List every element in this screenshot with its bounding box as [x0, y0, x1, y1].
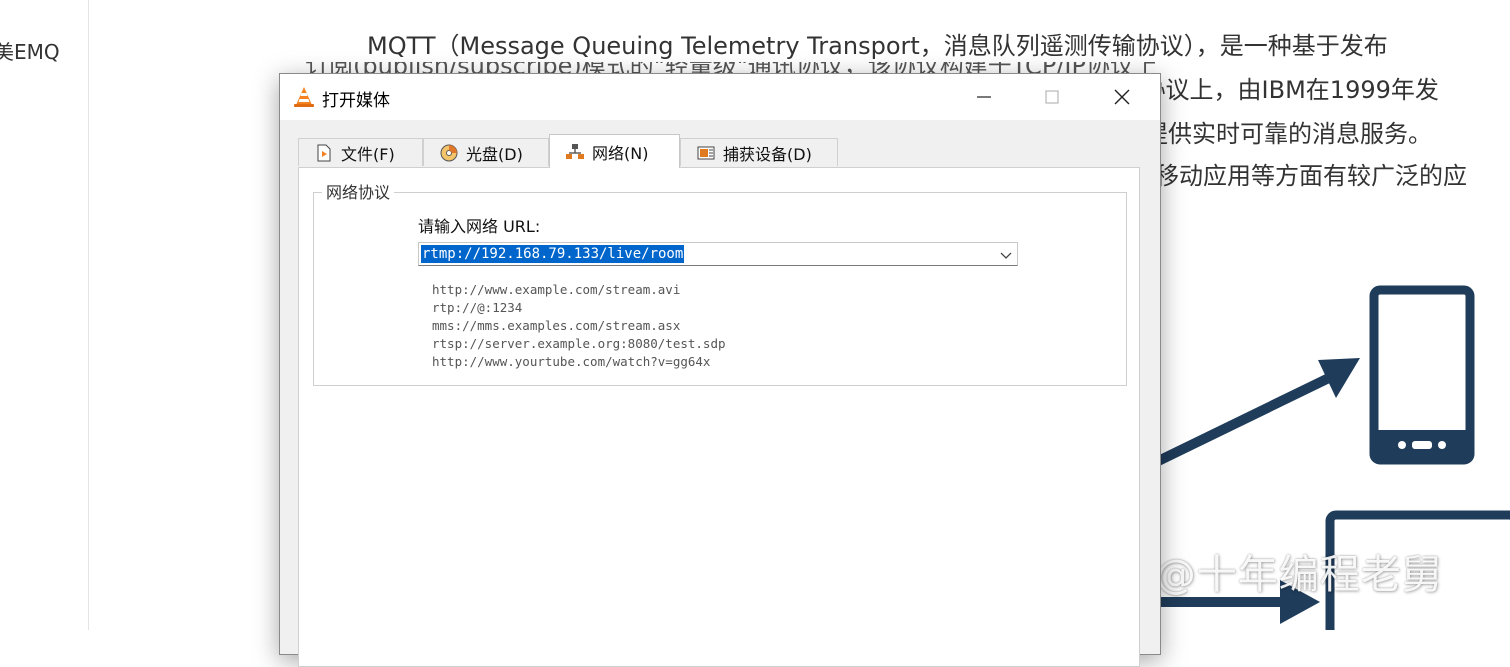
network-tab-panel: 网络协议 请输入网络 URL: rtmp://192.168.79.133/li… [298, 167, 1140, 667]
minimize-icon [977, 96, 991, 98]
file-play-icon [317, 144, 331, 161]
network-protocol-group: 网络协议 请输入网络 URL: rtmp://192.168.79.133/li… [313, 179, 1127, 386]
example-url: http://www.yourtube.com/watch?v=gg64x [432, 354, 711, 369]
example-url: rtp://@:1234 [432, 300, 523, 315]
close-icon [1114, 89, 1130, 105]
example-url: mms://mms.examples.com/stream.asx [432, 318, 681, 333]
tab-disc[interactable]: 光盘(D) [423, 138, 549, 166]
url-examples: http://www.example.com/stream.avi rtp://… [432, 281, 726, 371]
tab-file-label: 文件(F) [341, 144, 395, 164]
article-paragraph-line: MQTT（Message Queuing Telemetry Transport… [367, 32, 1388, 60]
tab-network[interactable]: 网络(N) [549, 134, 680, 168]
article-paragraph-line: 务提供实时可靠的消息服务。 [1120, 120, 1432, 148]
vlc-cone-icon [294, 87, 314, 107]
minimize-button[interactable] [950, 74, 1018, 120]
url-input-value[interactable]: rtmp://192.168.79.133/live/room [421, 245, 685, 263]
open-media-dialog: 打开媒体 文件(F) 光盘(D) 网络(N) 捕获设备(D) 网络协议 请输入网… [279, 73, 1161, 667]
url-input[interactable]: rtmp://192.168.79.133/live/room [418, 242, 1018, 266]
phone-icon [1369, 285, 1475, 465]
dialog-title: 打开媒体 [322, 91, 390, 111]
maximize-icon [1045, 90, 1059, 104]
tab-file[interactable]: 文件(F) [298, 138, 423, 166]
close-button[interactable] [1088, 74, 1156, 120]
article-paragraph-line: IP协议上，由IBM在1999年发 [1120, 76, 1439, 104]
tab-disc-label: 光盘(D) [466, 144, 523, 164]
left-sidebar: 美EMQ [0, 0, 89, 630]
disc-icon [440, 144, 458, 161]
tab-network-label: 网络(N) [592, 143, 649, 163]
tab-capture-label: 捕获设备(D) [723, 144, 812, 164]
example-url: rtsp://server.example.org:8080/test.sdp [432, 336, 726, 351]
maximize-button[interactable] [1018, 74, 1086, 120]
tab-capture-device[interactable]: 捕获设备(D) [680, 138, 838, 166]
group-title: 网络协议 [322, 179, 395, 203]
sidebar-item-emq[interactable]: 美EMQ [0, 36, 60, 65]
url-label: 请输入网络 URL: [418, 217, 541, 236]
network-icon [566, 143, 584, 159]
example-url: http://www.example.com/stream.avi [432, 282, 681, 297]
title-bar[interactable]: 打开媒体 [280, 74, 1160, 120]
arrow-up-icon [1150, 358, 1360, 470]
chevron-down-icon[interactable] [999, 248, 1013, 262]
article-paragraph-line: 移动应用等方面有较广泛的应 [1155, 162, 1467, 190]
capture-device-icon [697, 146, 715, 159]
